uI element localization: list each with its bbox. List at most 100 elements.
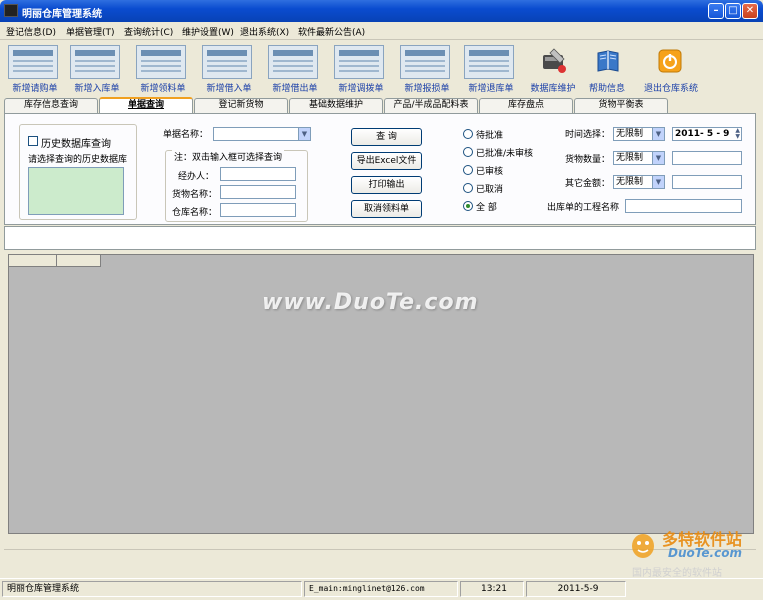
maximize-button[interactable]: □ bbox=[725, 3, 741, 19]
tab-document-query[interactable]: 单据查询 bbox=[99, 97, 193, 114]
time-label: 时间选择： bbox=[565, 130, 611, 140]
title-bar: 明丽仓库管理系统 – □ ✕ bbox=[0, 0, 763, 22]
qty-input[interactable] bbox=[672, 151, 742, 165]
tool-new-return[interactable]: 新增退库单 bbox=[458, 43, 524, 94]
tool-new-lend-out[interactable]: 新增借出单 bbox=[262, 43, 328, 94]
radio-all[interactable] bbox=[463, 201, 473, 211]
window-title: 明丽仓库管理系统 bbox=[22, 9, 102, 20]
amount-select[interactable]: 无限制 ▼ bbox=[613, 175, 665, 189]
menu-bar: 登记信息(D) 单据管理(T) 查询统计(C) 维护设置(W) 退出系统(X) … bbox=[0, 22, 763, 40]
tool-exit-warehouse[interactable]: 退出仓库系统 bbox=[636, 43, 706, 94]
grid-header-cell[interactable] bbox=[57, 255, 101, 267]
menu-statistics[interactable]: 查询统计(C) bbox=[124, 25, 173, 38]
filter-note: 注：双击输入框可选择查询 bbox=[172, 150, 285, 163]
tab-inventory-query[interactable]: 库存信息查询 bbox=[4, 98, 98, 113]
radio-cancelled[interactable] bbox=[463, 183, 473, 193]
toolbar: 新增请购单 新增入库单 新增领料单 新增借入单 新增借出单 新增调拨单 新增报损… bbox=[0, 40, 763, 96]
menu-maintenance[interactable]: 维护设置(W) bbox=[182, 25, 234, 38]
cancel-requisition-button[interactable]: 取消领料单 bbox=[351, 200, 422, 218]
status-time: 13:21 bbox=[460, 581, 524, 597]
radio-all-label: 全 部 bbox=[476, 203, 497, 213]
brand-url: DuoTe.com bbox=[668, 546, 742, 560]
form-thumbnail-icon bbox=[400, 45, 450, 79]
form-thumbnail-icon bbox=[202, 45, 252, 79]
radio-audited-label: 已审核 bbox=[476, 167, 504, 177]
doc-name-label: 单据名称： bbox=[163, 130, 209, 140]
chevron-down-icon: ▼ bbox=[652, 176, 664, 188]
status-bar: 明丽仓库管理系统 E_main:minglinet@126.com 13:21 … bbox=[0, 578, 763, 598]
project-name-input[interactable] bbox=[625, 199, 742, 213]
minimize-button[interactable]: – bbox=[708, 3, 724, 19]
power-icon bbox=[658, 49, 682, 73]
menu-documents[interactable]: 单据管理(T) bbox=[66, 25, 115, 38]
warehouse-name-input[interactable] bbox=[220, 203, 296, 217]
grid-header-cell[interactable] bbox=[9, 255, 57, 267]
qty-select[interactable]: 无限制 ▼ bbox=[613, 151, 665, 165]
help-book-icon bbox=[597, 50, 619, 72]
form-thumbnail-icon bbox=[8, 45, 58, 79]
warehouse-label: 仓库名称： bbox=[172, 208, 218, 218]
radio-pending-label: 待批准 bbox=[476, 131, 504, 141]
amount-input[interactable] bbox=[672, 175, 742, 189]
form-thumbnail-icon bbox=[70, 45, 120, 79]
menu-exit[interactable]: 退出系统(X) bbox=[240, 25, 289, 38]
tab-stocktake[interactable]: 库存盘点 bbox=[479, 98, 573, 113]
query-panel: 历史数据库查询 请选择查询的历史数据库 单据名称： ▼ 注：双击输入框可选择查询… bbox=[4, 113, 756, 225]
spinner-icon[interactable]: ▲ ▼ bbox=[735, 128, 740, 140]
chevron-down-icon: ▼ bbox=[298, 128, 310, 140]
brand-slogan: 国内最安全的软件站 bbox=[632, 568, 722, 579]
summary-strip bbox=[4, 226, 756, 250]
handler-input[interactable] bbox=[220, 167, 296, 181]
status-email: E_main:minglinet@126.com bbox=[304, 581, 458, 597]
radio-audited[interactable] bbox=[463, 165, 473, 175]
radio-cancelled-label: 已取消 bbox=[476, 185, 504, 195]
tool-new-damage-report[interactable]: 新增报损单 bbox=[394, 43, 460, 94]
export-excel-button[interactable]: 导出Excel文件 bbox=[351, 152, 422, 170]
app-icon bbox=[4, 4, 18, 17]
database-tools-icon bbox=[543, 48, 566, 73]
form-thumbnail-icon bbox=[268, 45, 318, 79]
status-date: 2011-5-9 bbox=[526, 581, 626, 597]
time-select[interactable]: 无限制 ▼ bbox=[613, 127, 665, 141]
form-thumbnail-icon bbox=[334, 45, 384, 79]
history-checkbox-label: 历史数据库查询 bbox=[41, 139, 111, 150]
qty-label: 货物数量： bbox=[565, 155, 611, 165]
print-button[interactable]: 打印输出 bbox=[351, 176, 422, 194]
amount-label: 其它金额： bbox=[565, 179, 611, 189]
brand-mascot-icon bbox=[632, 534, 654, 558]
tab-strip: 库存信息查询 单据查询 登记新货物 基础数据维护 产品/半成品配料表 库存盘点 … bbox=[0, 97, 763, 114]
tool-help[interactable]: 帮助信息 bbox=[574, 43, 640, 94]
radio-pending[interactable] bbox=[463, 129, 473, 139]
tool-new-borrow-in[interactable]: 新增借入单 bbox=[196, 43, 262, 94]
filter-group: 注：双击输入框可选择查询 经办人： 货物名称： 仓库名称： bbox=[165, 150, 308, 222]
tab-base-data[interactable]: 基础数据维护 bbox=[289, 98, 383, 113]
tab-register-goods[interactable]: 登记新货物 bbox=[194, 98, 288, 113]
query-button[interactable]: 查 询 bbox=[351, 128, 422, 146]
date-picker[interactable]: 2011- 5 - 9 ▲ ▼ bbox=[672, 127, 742, 141]
chevron-down-icon: ▼ bbox=[652, 152, 664, 164]
tool-new-inbound[interactable]: 新增入库单 bbox=[64, 43, 130, 94]
goods-name-input[interactable] bbox=[220, 185, 296, 199]
menu-announcements[interactable]: 软件最新公告(A) bbox=[298, 25, 365, 38]
doc-name-select[interactable]: ▼ bbox=[213, 127, 311, 141]
watermark-text: www.DuoTe.com bbox=[262, 290, 479, 315]
status-app-name: 明丽仓库管理系统 bbox=[2, 581, 302, 597]
menu-register[interactable]: 登记信息(D) bbox=[6, 25, 56, 38]
project-label: 出库单的工程名称 bbox=[547, 203, 620, 213]
form-thumbnail-icon bbox=[464, 45, 514, 79]
tab-bom[interactable]: 产品/半成品配料表 bbox=[384, 98, 478, 113]
tab-balance-sheet[interactable]: 货物平衡表 bbox=[574, 98, 668, 113]
goods-label: 货物名称： bbox=[172, 190, 218, 200]
radio-approved[interactable] bbox=[463, 147, 473, 157]
history-db-list[interactable] bbox=[28, 167, 124, 215]
tool-new-transfer[interactable]: 新增调拨单 bbox=[328, 43, 394, 94]
chevron-down-icon: ▼ bbox=[652, 128, 664, 140]
brand-logo: 多特软件站 DuoTe.com 国内最安全的软件站 bbox=[628, 524, 758, 580]
history-list-label: 请选择查询的历史数据库 bbox=[28, 155, 128, 165]
tool-new-purchase-request[interactable]: 新增请购单 bbox=[2, 43, 68, 94]
handler-label: 经办人： bbox=[178, 172, 215, 182]
history-db-checkbox[interactable] bbox=[28, 136, 38, 146]
close-button[interactable]: ✕ bbox=[742, 3, 758, 19]
history-group: 历史数据库查询 请选择查询的历史数据库 bbox=[19, 124, 137, 220]
tool-new-requisition[interactable]: 新增领料单 bbox=[130, 43, 196, 94]
